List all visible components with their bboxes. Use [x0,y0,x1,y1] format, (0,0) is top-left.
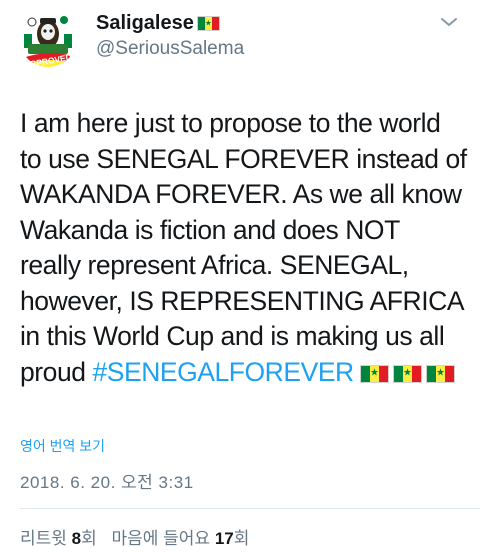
tweet-line: however, IS REPRESENTING AFRICA [20,285,465,316]
tweet-stats: 리트윗 8회 마음에 들어요 17회 [20,524,249,549]
retweets-unit: 회 [81,529,97,548]
translate-tweet-link[interactable]: 영어 번역 보기 [20,436,105,456]
tweet-line-last: proud #SENEGALFOREVER ★ ★ ★ [20,355,475,391]
display-name[interactable]: Saligalese ★ [96,12,220,35]
senegal-flag-icon: ★ [425,364,455,383]
tweet-line: really represent Africa. SENEGAL, [20,250,409,280]
likes-unit: 회 [233,529,250,548]
tweet-line: to use SENEGAL FOREVER instead of [20,143,467,174]
retweets-count: 8 [71,529,82,548]
user-handle[interactable]: @SeriousSalema [96,38,244,60]
senegal-flag-icon: ★ [392,364,422,383]
tweet-line-text: proud [20,356,93,387]
tweet-text: I am here just to propose to the world t… [20,106,475,390]
tweet-line: WAKANDA FOREVER. As we all know [20,179,462,209]
divider [20,508,480,509]
display-name-text[interactable]: Saligalese [96,12,194,35]
tweet-line: Wakanda is fiction and does NOT [20,214,400,245]
flag-emojis: ★ ★ ★ [359,364,455,383]
retweets-label: 리트윗 [20,529,67,548]
senegal-flag-icon: ★ [359,364,389,383]
avatar[interactable]: APPROVED [18,8,78,68]
tweet-line: I am here just to propose to the world [20,108,441,138]
tweet-timestamp[interactable]: 2018. 6. 20. 오전 3:31 [20,468,194,493]
chevron-down-icon[interactable] [440,16,458,28]
avatar-image: APPROVED [19,9,77,68]
likes-label: 마음에 들어요 [111,529,211,548]
hashtag-link[interactable]: #SENEGALFOREVER [92,357,354,387]
tweet-line: in this World Cup and is making us all [20,321,445,351]
likes-count: 17 [214,529,234,548]
senegal-flag-icon: ★ [196,16,220,31]
retweets-stat[interactable]: 리트윗 8회 [20,529,97,548]
likes-stat[interactable]: 마음에 들어요 17회 [112,529,250,548]
